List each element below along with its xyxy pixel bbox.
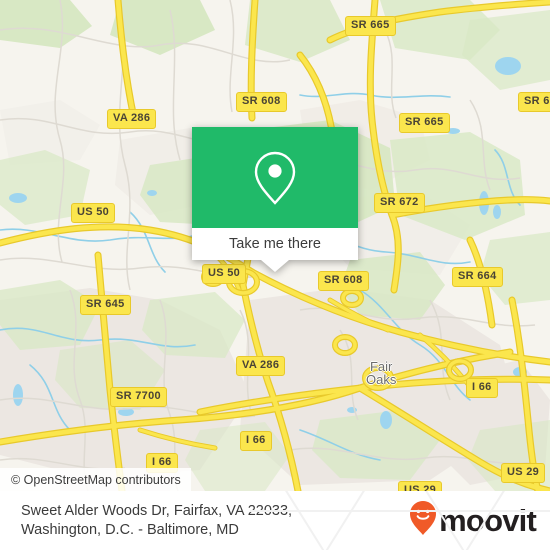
road-shield: SR 672 [374,193,425,213]
location-popup-card[interactable]: Take me there [192,127,358,272]
take-me-there-button[interactable]: Take me there [229,237,321,252]
osm-attribution[interactable]: © OpenStreetMap contributors [0,468,191,491]
road-shield: US 29 [398,481,443,491]
road-shield: SR 665 [345,16,396,36]
road-shield: SR 665 [399,113,450,133]
road-shield: VA 286 [107,109,157,129]
moovit-pin-icon [409,500,437,541]
map-canvas[interactable]: SR 665 SR 608 SR 665 SR 67 VA 286 US 50 SR 672… [0,0,550,491]
popup-action-bar[interactable]: Take me there [192,228,358,260]
place-label: Fair Oaks [366,359,397,387]
road-shield: US 50 [202,264,247,284]
road-shield: SR 645 [80,295,131,315]
road-shield: I 66 [466,378,498,398]
road-shield: SR 67 [518,92,550,112]
road-shield: SR 608 [318,271,369,291]
address-line-2: Washington, D.C. - Baltimore, MD [21,521,239,538]
footer-bar: Sweet Alder Woods Dr, Fairfax, VA 22033,… [0,491,550,550]
road-shield: SR 7700 [110,387,167,407]
road-shield: SR 608 [236,92,287,112]
moovit-wordmark: moovit [439,503,537,538]
attribution-text: © OpenStreetMap contributors [11,472,181,487]
road-shield: SR 664 [452,267,503,287]
address-line-1: Sweet Alder Woods Dr, Fairfax, VA 22033, [21,502,293,519]
location-address: Sweet Alder Woods Dr, Fairfax, VA 22033,… [21,502,292,540]
moovit-logo[interactable]: moovit [409,500,537,541]
popup-header [192,127,358,228]
map-result-screen: SR 665 SR 608 SR 665 SR 67 VA 286 US 50 SR 672… [0,0,550,550]
road-shield: I 66 [240,431,272,451]
road-shield: US 50 [71,203,116,223]
popup-pointer-tail [261,260,289,272]
map-pin-icon [253,150,297,206]
road-shield: US 29 [501,463,546,483]
road-shield: VA 286 [236,356,286,376]
